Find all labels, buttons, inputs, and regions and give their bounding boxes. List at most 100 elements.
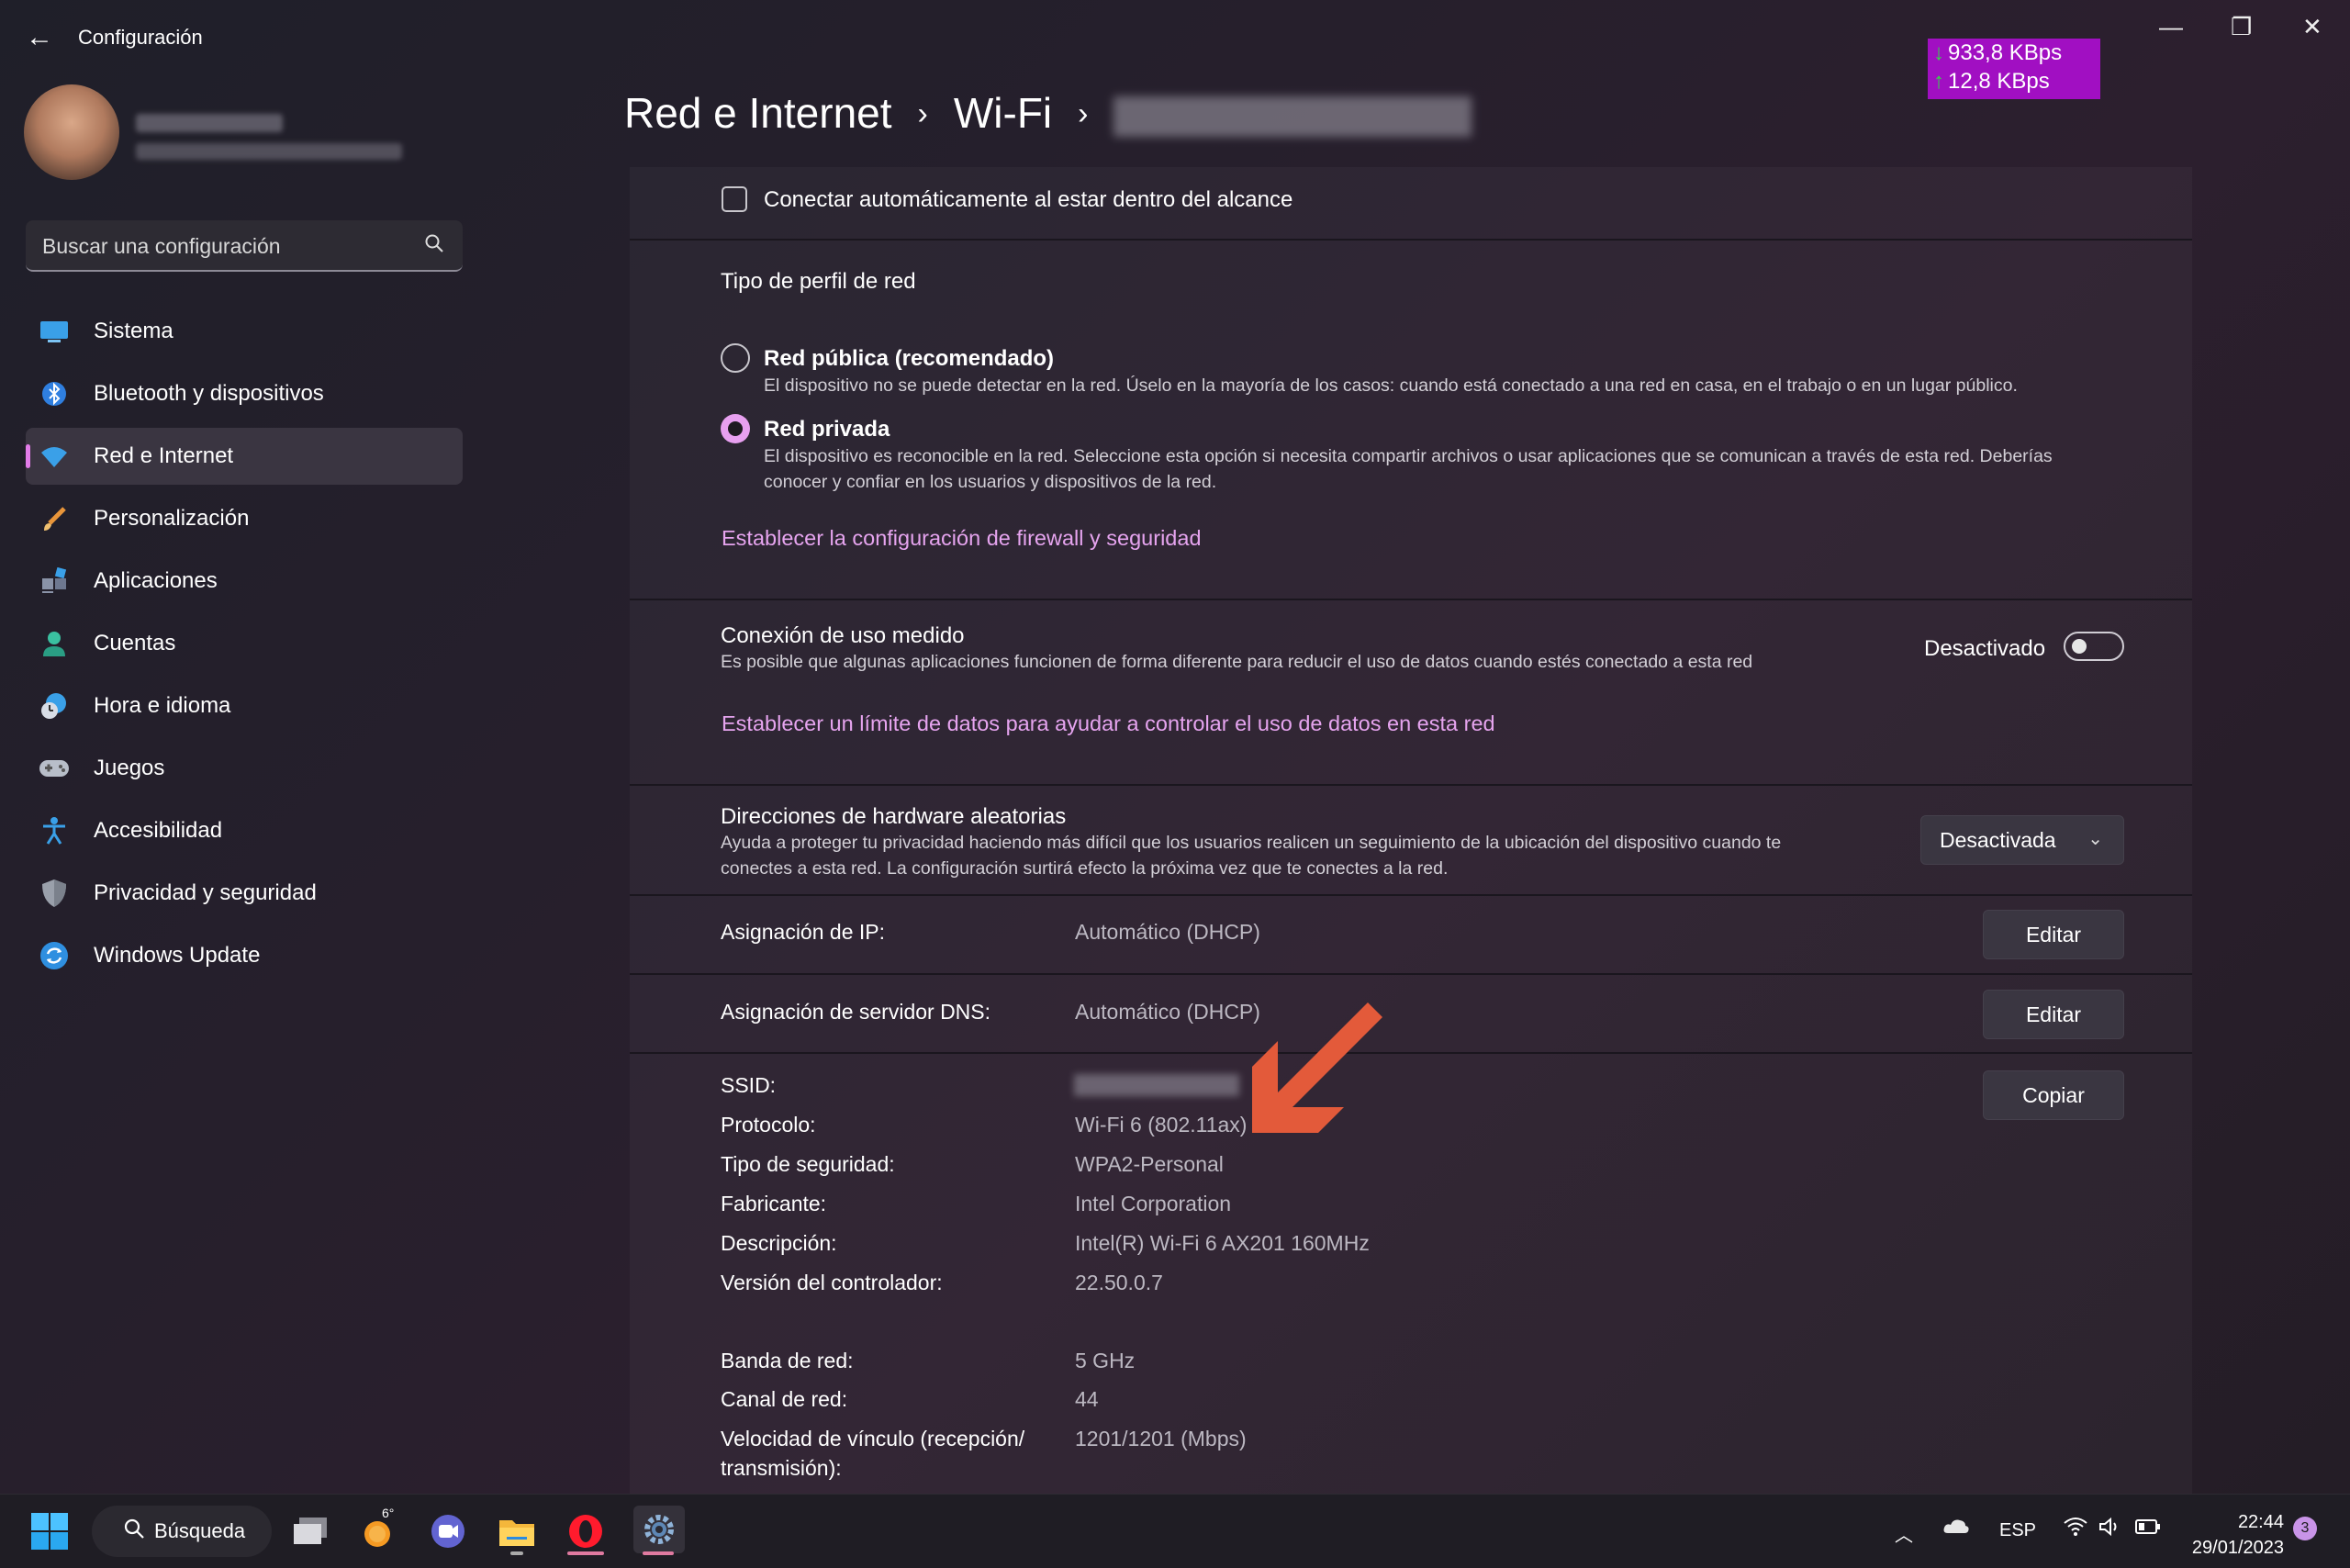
sidebar-item-sistema[interactable]: Sistema [26,303,463,360]
sidebar-item-juegos[interactable]: Juegos [26,740,463,797]
sidebar-item-label: Cuentas [94,631,176,655]
network-speed-widget: ↓ 933,8 KBps ↑ 12,8 KBps [1928,39,2100,99]
prop-value: Wi-Fi 6 (802.11ax) [1075,1113,1248,1137]
sidebar-item-label: Windows Update [94,943,261,968]
edit-ip-button[interactable]: Editar [1983,910,2124,959]
opera-running-indicator [567,1551,604,1555]
settings-window: ← Configuración — ❐ ✕ ↓ 933,8 KBps ↑ 12,8 … [0,0,2350,1494]
breadcrumb-red-internet[interactable]: Red e Internet [624,89,892,137]
public-network-desc: El dispositivo no se puede detectar en l… [764,375,2018,396]
gamepad-icon [39,753,70,784]
prop-label: Tipo de seguridad: [721,1152,895,1176]
random-hardware-desc-2: conectes a esta red. La configuración su… [721,858,1449,879]
private-network-radio[interactable] [721,414,750,443]
update-icon [39,940,70,971]
sidebar-item-privacidad[interactable]: Privacidad y seguridad [26,865,463,922]
upload-arrow-icon: ↑ [1933,69,1944,94]
prop-value: 22.50.0.7 [1075,1271,1163,1294]
breadcrumb-wifi[interactable]: Wi-Fi [954,89,1052,137]
ip-assignment-label: Asignación de IP: [721,920,886,944]
auto-connect-label: Conectar automáticamente al estar dentro… [764,187,1293,212]
settings-app-icon[interactable] [633,1506,685,1553]
opera-browser-icon[interactable] [565,1511,606,1551]
taskbar-clock[interactable]: 22:44 29/01/2023 [2183,1509,2284,1561]
metered-connection-desc: Es posible que algunas aplicaciones func… [721,652,1753,672]
channel-label: Canal de red: [721,1387,848,1411]
weather-icon[interactable]: 6° [360,1506,400,1551]
auto-connect-checkbox[interactable] [722,186,747,212]
band-label: Banda de red: [721,1349,854,1372]
channel-value: 44 [1075,1387,1099,1411]
prop-label: Fabricante: [721,1192,827,1215]
taskbar: Búsqueda 6° [0,1494,2350,1568]
language-indicator[interactable]: ESP [1999,1520,2036,1541]
private-network-label[interactable]: Red privada [764,417,890,442]
search-input[interactable] [40,220,430,272]
dns-assignment-value: Automático (DHCP) [1075,1000,1260,1024]
network-name-blurred [1113,95,1472,137]
random-hardware-value: Desactivada [1940,827,2056,852]
sidebar-item-label: Hora e idioma [94,693,231,718]
sidebar-item-label: Accesibilidad [94,818,223,843]
file-explorer-icon[interactable] [497,1511,537,1551]
chevron-up-icon[interactable]: ︿ [1895,1520,1913,1547]
metered-toggle[interactable] [2064,632,2124,661]
sidebar-item-label: Red e Internet [94,443,234,468]
sidebar-item-red-internet[interactable]: Red e Internet [26,428,463,485]
user-email-blurred [136,143,402,160]
taskbar-search[interactable]: Búsqueda [92,1506,272,1557]
settings-search[interactable] [26,220,463,272]
ip-assignment-value: Automático (DHCP) [1075,920,1260,944]
sidebar-item-windows-update[interactable]: Windows Update [26,927,463,984]
sidebar-item-hora-idioma[interactable]: Hora e idioma [26,678,463,734]
sidebar-item-bluetooth[interactable]: Bluetooth y dispositivos [26,365,463,422]
teams-chat-icon[interactable] [428,1511,468,1551]
minimize-button[interactable]: — [2159,13,2183,41]
weather-badge: 6° [382,1506,395,1520]
sidebar-item-aplicaciones[interactable]: Aplicaciones [26,553,463,610]
bluetooth-icon [39,378,70,409]
prop-label: Protocolo: [721,1113,816,1137]
restore-button[interactable]: ❐ [2231,13,2252,41]
close-button[interactable]: ✕ [2302,13,2322,41]
onedrive-cloud-icon[interactable] [1942,1517,1970,1540]
public-network-radio[interactable] [721,343,750,373]
back-arrow-icon[interactable]: ← [26,22,53,53]
data-limit-link[interactable]: Establecer un límite de datos para ayuda… [722,711,1495,736]
explorer-running-indicator [510,1551,523,1555]
app-title: Configuración [78,26,203,49]
battery-icon[interactable] [2135,1518,2161,1540]
sidebar-item-cuentas[interactable]: Cuentas [26,615,463,672]
sidebar-item-accesibilidad[interactable]: Accesibilidad [26,802,463,859]
wifi-icon[interactable] [2064,1517,2087,1542]
ssid-value-blurred [1074,1074,1239,1096]
firewall-settings-link[interactable]: Establecer la configuración de firewall … [722,526,1202,551]
public-network-label[interactable]: Red pública (recomendado) [764,346,1054,372]
volume-icon[interactable] [2098,1517,2122,1542]
copy-button[interactable]: Copiar [1983,1070,2124,1120]
sidebar-item-label: Aplicaciones [94,568,218,593]
notification-badge[interactable]: 3 [2293,1517,2317,1540]
clock-globe-icon [39,690,70,722]
edit-dns-button[interactable]: Editar [1983,990,2124,1039]
sidebar-item-label: Privacidad y seguridad [94,880,317,905]
task-view-icon[interactable] [290,1511,330,1551]
sidebar-item-personalizacion[interactable]: Personalización [26,490,463,547]
start-button[interactable] [29,1511,70,1551]
prop-label: SSID: [721,1073,777,1097]
metered-connection-title: Conexión de uso medido [721,623,965,648]
sidebar-item-label: Bluetooth y dispositivos [94,381,324,406]
monitor-icon [39,316,70,347]
download-speed: 933,8 KBps [1948,40,2063,65]
random-hardware-dropdown[interactable]: Desactivada ⌄ [1920,815,2124,865]
link-speed-value: 1201/1201 (Mbps) [1075,1427,1247,1450]
avatar[interactable] [24,84,119,180]
prop-value: WPA2-Personal [1075,1152,1224,1176]
private-network-desc-2: conocer y confiar en los usuarios y disp… [764,472,1217,492]
private-network-desc-1: El dispositivo es reconocible en la red.… [764,446,2053,466]
search-icon[interactable] [424,233,444,259]
prop-label: Descripción: [721,1231,837,1255]
chevron-right-icon: › [917,96,928,131]
sidebar-item-label: Sistema [94,319,173,343]
prop-value: Intel(R) Wi-Fi 6 AX201 160MHz [1075,1231,1370,1255]
